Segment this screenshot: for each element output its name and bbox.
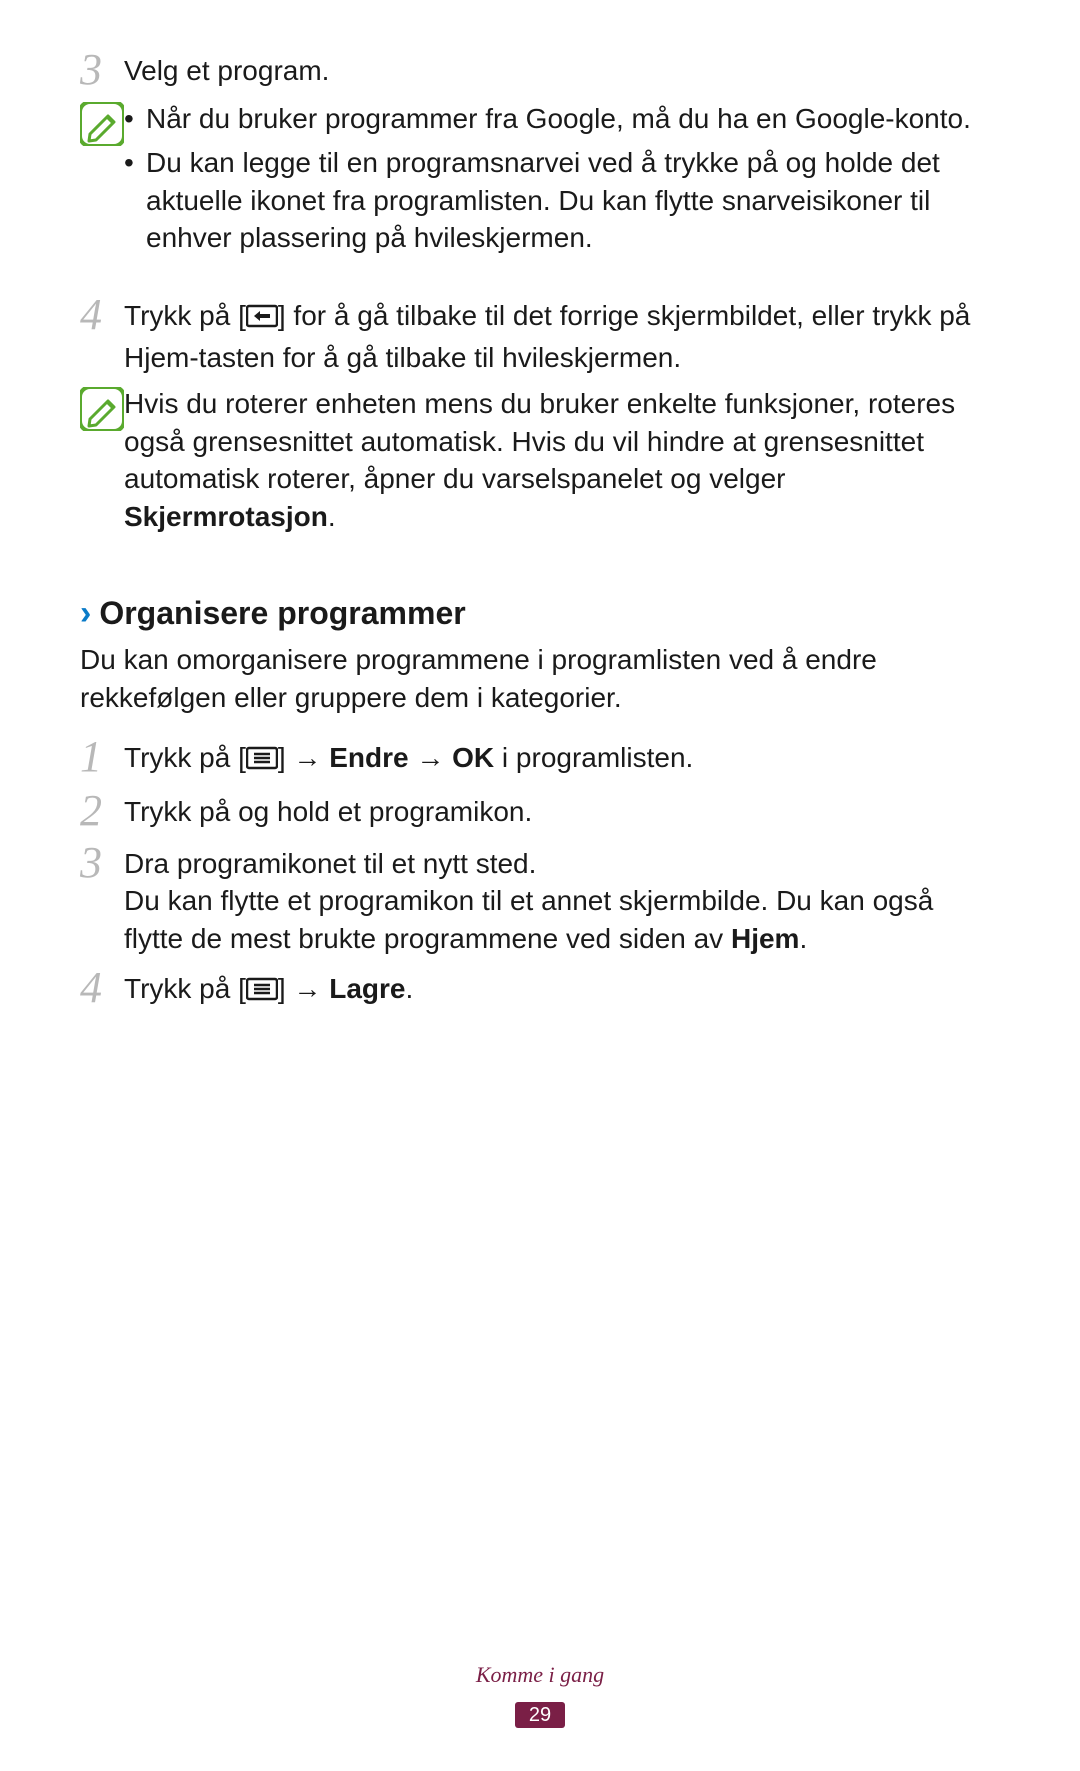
note-bullet-1: Når du bruker programmer fra Google, må … (124, 100, 1000, 138)
org-step-1: 1 Trykk på [] → Endre → OK i programlist… (80, 735, 1000, 781)
org3-line2: Du kan flytte et programikon til et anne… (124, 882, 1000, 958)
section-heading-row: › Organisere programmer (80, 592, 1000, 635)
step-number: 3 (80, 48, 124, 92)
step-text: Dra programikonet til et nytt sted. Du k… (124, 841, 1000, 958)
note-body: Når du bruker programmer fra Google, må … (124, 100, 1000, 263)
menu-icon (246, 743, 278, 781)
step-number: 3 (80, 841, 124, 885)
menu-icon (246, 974, 278, 1012)
org-step-2: 2 Trykk på og hold et programikon. (80, 789, 1000, 833)
note-body: Hvis du roterer enheten mens du bruker e… (124, 385, 1000, 536)
note-google-account: Når du bruker programmer fra Google, må … (80, 100, 1000, 263)
step-3: 3 Velg et program. (80, 48, 1000, 92)
page-footer: Komme i gang 29 (0, 1660, 1080, 1731)
bold-ok: OK (452, 742, 494, 773)
step-number: 4 (80, 966, 124, 1010)
step-text: Velg et program. (124, 48, 1000, 90)
section-heading: Organisere programmer (99, 592, 465, 635)
page-number-badge: 29 (515, 1702, 565, 1728)
step-number: 2 (80, 789, 124, 833)
step-number: 1 (80, 735, 124, 779)
section-intro: Du kan omorganisere programmene i progra… (80, 641, 1000, 717)
bold-skjermrotasjon: Skjermrotasjon (124, 501, 328, 532)
note-bullet-2: Du kan legge til en programsnarvei ved å… (124, 144, 1000, 257)
heading-chevron-icon: › (80, 596, 91, 630)
bold-hjem: Hjem (731, 923, 799, 954)
note-icon (80, 100, 124, 146)
step-text: Trykk på [] → Lagre. (124, 966, 1000, 1012)
note-rotation: Hvis du roterer enheten mens du bruker e… (80, 385, 1000, 536)
step-number: 4 (80, 293, 124, 337)
step-text: Trykk på [] → Endre → OK i programlisten… (124, 735, 1000, 781)
bold-endre: Endre (329, 742, 408, 773)
step-text: Trykk på [] for å gå tilbake til det for… (124, 293, 1000, 377)
org-step-4: 4 Trykk på [] → Lagre. (80, 966, 1000, 1012)
step-4: 4 Trykk på [] for å gå tilbake til det f… (80, 293, 1000, 377)
org-step-3: 3 Dra programikonet til et nytt sted. Du… (80, 841, 1000, 958)
org3-line1: Dra programikonet til et nytt sted. (124, 845, 1000, 883)
footer-chapter-title: Komme i gang (0, 1660, 1080, 1690)
bold-lagre: Lagre (329, 973, 405, 1004)
back-icon (246, 301, 278, 339)
note-icon (80, 385, 124, 431)
step-text: Trykk på og hold et programikon. (124, 789, 1000, 831)
